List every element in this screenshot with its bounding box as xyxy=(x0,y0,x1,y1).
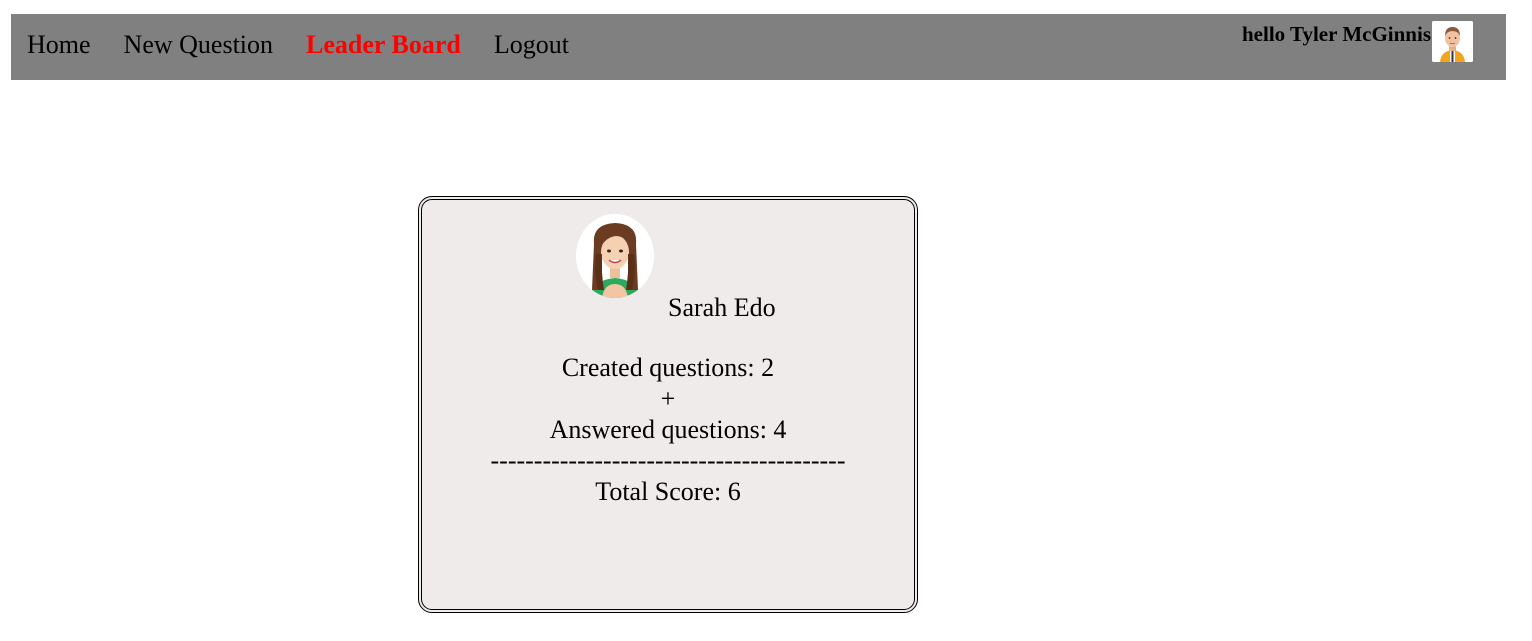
female-avatar-icon xyxy=(576,214,654,298)
plus-sign: + xyxy=(660,384,676,413)
answered-questions-text: Answered questions: 4 xyxy=(549,415,787,444)
score-breakdown: Created questions: 2 + Answered question… xyxy=(422,352,914,507)
male-avatar-icon xyxy=(1432,21,1473,62)
user-name: Sarah Edo xyxy=(668,293,776,322)
nav-links: Home New Question Leader Board Logout xyxy=(27,30,602,60)
nav-leader-board-link[interactable]: Leader Board xyxy=(306,30,461,60)
leaderboard-card: Sarah Edo Created questions: 2 + Answere… xyxy=(418,196,918,613)
total-score-text: Total Score: 6 xyxy=(595,477,741,506)
divider-line: ----------------------------------------… xyxy=(490,446,846,475)
top-navbar: Home New Question Leader Board Logout he… xyxy=(11,14,1506,80)
user-area: hello Tyler McGinnis xyxy=(1242,21,1473,62)
nav-logout-link[interactable]: Logout xyxy=(494,30,569,60)
nav-new-question-link[interactable]: New Question xyxy=(124,30,273,60)
nav-home-link[interactable]: Home xyxy=(27,30,91,60)
user-greeting: hello Tyler McGinnis xyxy=(1241,22,1431,46)
created-questions-text: Created questions: 2 xyxy=(561,353,775,382)
